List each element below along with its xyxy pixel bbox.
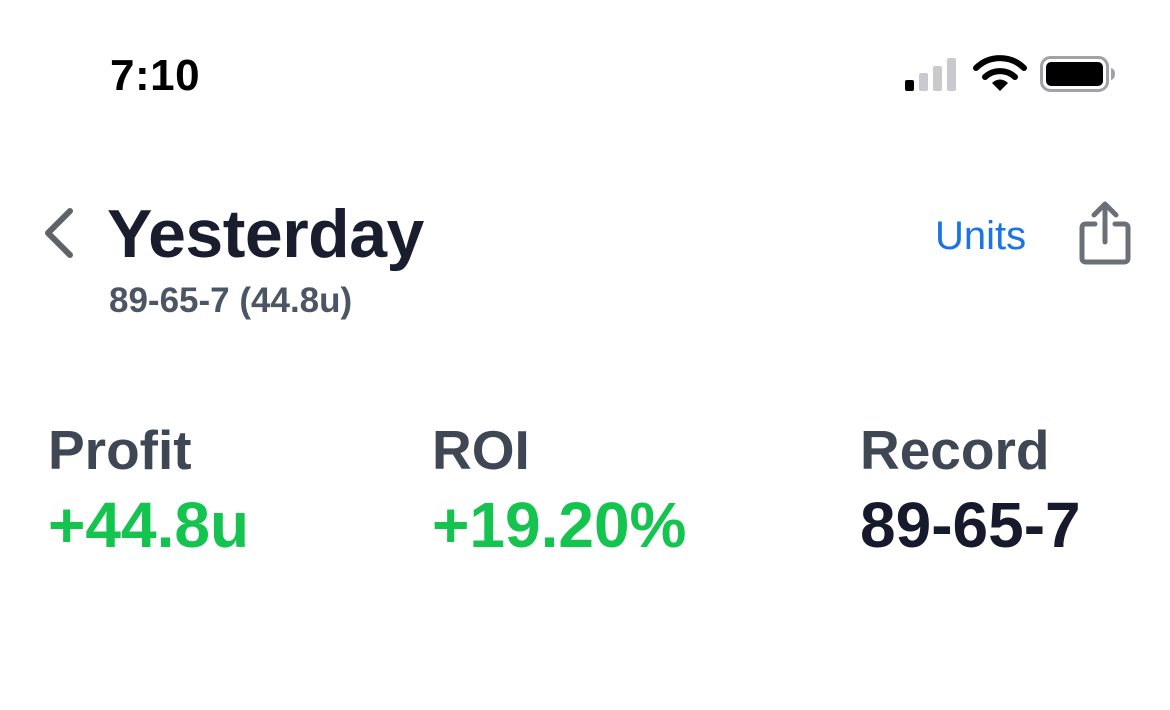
- profit-value: +44.8u: [48, 489, 250, 561]
- status-time: 7:10: [110, 51, 201, 100]
- record-value: 89-65-7: [860, 489, 1081, 561]
- share-icon[interactable]: [1078, 200, 1132, 266]
- chevron-left-icon[interactable]: [38, 205, 82, 261]
- wifi-icon: [973, 55, 1027, 91]
- roi-value: +19.20%: [432, 489, 687, 561]
- battery-icon: [1040, 56, 1115, 92]
- units-button[interactable]: Units: [935, 212, 1026, 260]
- profit-label: Profit: [48, 419, 192, 481]
- cellular-signal-icon: [905, 57, 961, 91]
- page-subtitle: 89-65-7 (44.8u): [109, 281, 353, 320]
- page-title: Yesterday: [107, 196, 424, 272]
- roi-label: ROI: [432, 419, 530, 481]
- record-label: Record: [860, 419, 1050, 481]
